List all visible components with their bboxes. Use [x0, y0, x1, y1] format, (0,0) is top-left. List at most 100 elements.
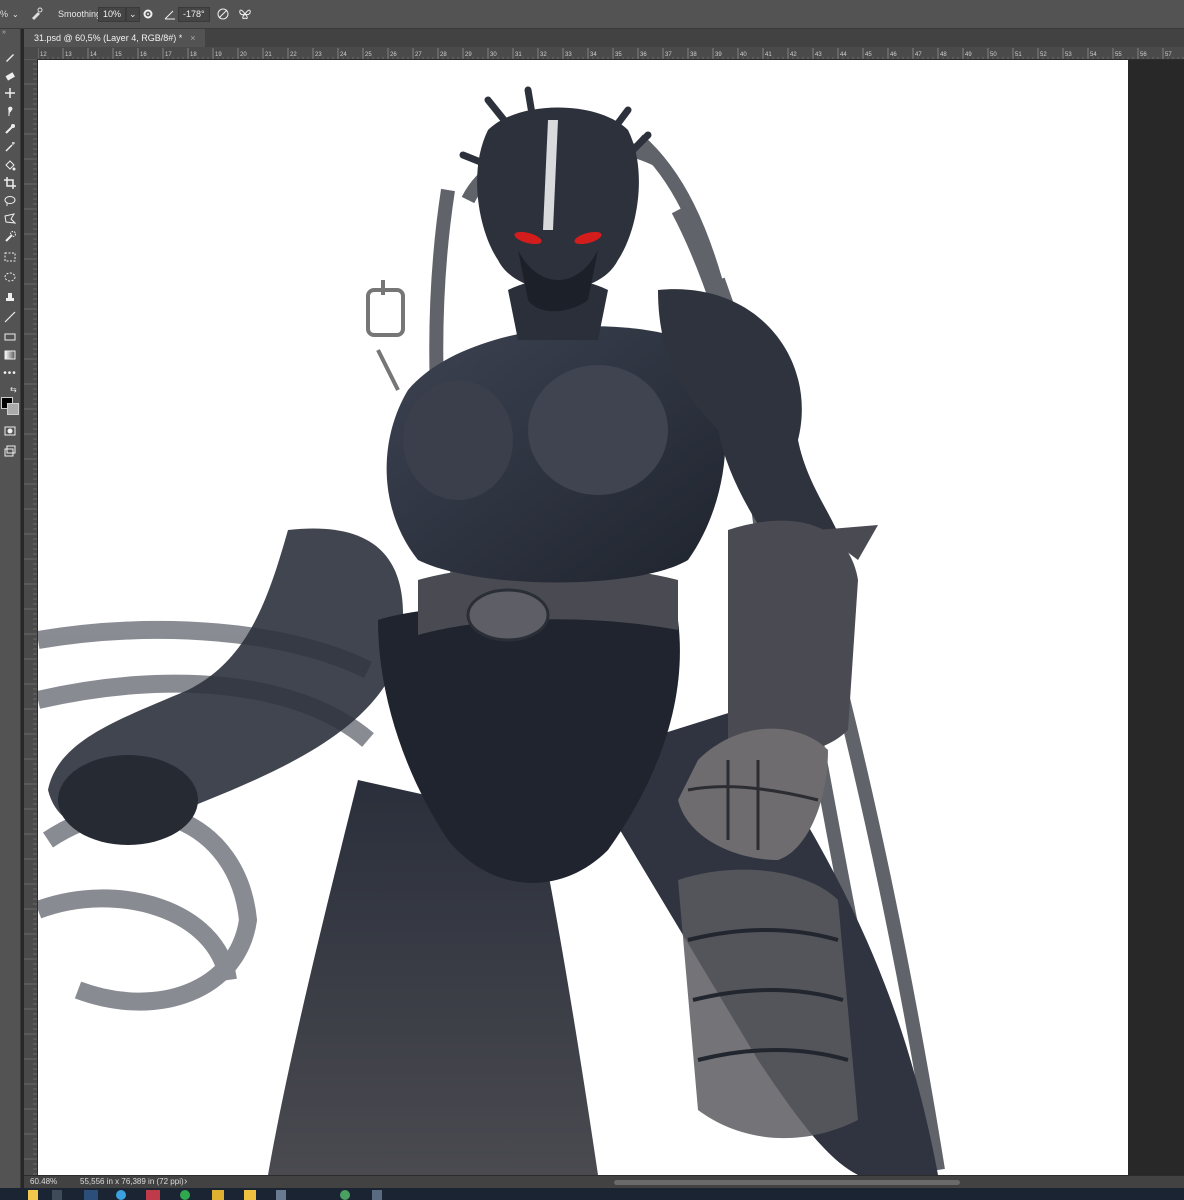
ruler-tick-label: 34: [590, 52, 597, 58]
helmet: [459, 86, 652, 312]
ruler-tick-label: 23: [315, 52, 322, 58]
airbrush-pressure-icon[interactable]: [30, 0, 44, 28]
start-icon[interactable]: [28, 1190, 38, 1200]
opacity-partial-value[interactable]: %: [0, 9, 8, 19]
taskbar-app-icon[interactable]: [52, 1190, 62, 1200]
zoom-level[interactable]: 60.48%: [30, 1177, 57, 1186]
app-taskbar-icon[interactable]: [146, 1190, 160, 1200]
ruler-tick-label: 41: [765, 52, 772, 58]
ruler-tick-label: 16: [140, 52, 147, 58]
document-info: 55,556 in x 76,389 in (72 ppi): [80, 1177, 184, 1186]
polygonal-lasso-icon[interactable]: [2, 211, 18, 227]
ruler-tick-label: 30: [490, 52, 497, 58]
magic-wand-icon[interactable]: [2, 139, 18, 155]
panel-collapse-icon[interactable]: »: [2, 29, 6, 36]
ruler-tick-label: 28: [440, 52, 447, 58]
ruler-tick-label: 35: [615, 52, 622, 58]
more-tools-icon[interactable]: •••: [2, 365, 18, 381]
ruler-tick-label: 56: [1140, 52, 1147, 58]
ruler-tick-label: 32: [540, 52, 547, 58]
smoothing-input[interactable]: 10%: [98, 6, 127, 22]
belt-buckle: [466, 588, 550, 642]
document-tab-bar: 31.psd @ 60,5% (Layer 4, RGB/8#) * ×: [24, 29, 1184, 47]
ruler-tick-label: 27: [415, 52, 422, 58]
close-tab-icon[interactable]: ×: [190, 29, 195, 47]
brush-angle-input[interactable]: -178°: [178, 6, 210, 22]
clone-stamp-icon[interactable]: [2, 289, 18, 305]
brush-tool-icon[interactable]: [2, 49, 18, 65]
ruler-tick-label: 13: [65, 52, 72, 58]
ruler-tick-label: 24: [340, 52, 347, 58]
ruler-tick-label: 36: [640, 52, 647, 58]
settings-taskbar-icon[interactable]: [276, 1190, 286, 1200]
photoshop-taskbar-icon[interactable]: [84, 1190, 98, 1200]
music-taskbar-icon[interactable]: [340, 1190, 350, 1200]
ruler-tick-label: 44: [840, 52, 847, 58]
xbox-taskbar-icon[interactable]: [180, 1190, 190, 1200]
rect-marquee-icon[interactable]: [2, 249, 18, 265]
pressure-size-icon[interactable]: [216, 0, 230, 28]
ruler-tick-label: 33: [565, 52, 572, 58]
misc-taskbar-icon[interactable]: [372, 1190, 382, 1200]
quick-select-icon[interactable]: [2, 229, 18, 245]
symmetry-butterfly-icon[interactable]: [238, 0, 252, 28]
background-color-swatch[interactable]: [7, 403, 19, 415]
eraser-tool-icon[interactable]: [2, 67, 18, 83]
right-thigh-armor: [678, 869, 858, 1139]
ruler-tick-label: 18: [190, 52, 197, 58]
ruler-tick-label: 20: [240, 52, 247, 58]
smoothing-dropdown-icon[interactable]: ⌄: [126, 6, 140, 22]
status-menu-arrow-icon[interactable]: ›: [184, 1176, 187, 1187]
ruler-tick-label: 54: [1090, 52, 1097, 58]
ruler-tick-label: 26: [390, 52, 397, 58]
lasso-tool-icon[interactable]: [2, 193, 18, 209]
ellipse-marquee-icon[interactable]: [2, 269, 18, 285]
ruler-tick-label: 39: [715, 52, 722, 58]
right-forearm-gauntlet: [728, 520, 858, 754]
ruler-tick-label: 51: [1015, 52, 1022, 58]
ruler-tick-label: 48: [940, 52, 947, 58]
document-tab-title: 31.psd @ 60,5% (Layer 4, RGB/8#) *: [34, 33, 183, 43]
ruler-tick-label: 29: [465, 52, 472, 58]
options-bar: % ⌄ Smoothing: 10% ⌄ -178°: [0, 0, 1184, 29]
ruler-tick-label: 21: [265, 52, 272, 58]
folder-taskbar-icon[interactable]: [244, 1190, 256, 1200]
ruler-tick-label: 50: [990, 52, 997, 58]
ruler-tick-label: 19: [215, 52, 222, 58]
gradient-tool-icon[interactable]: [2, 347, 18, 363]
ruler-tick-label: 42: [790, 52, 797, 58]
rectangle-tool-icon[interactable]: [2, 329, 18, 345]
mixer-brush-icon[interactable]: [2, 121, 18, 137]
ruler-tick-label: 47: [915, 52, 922, 58]
ruler-horizontal: 12 13 14 15 16 17 18 19 20 21 22 23 24 25 26 27 28 29 30 31…: [38, 47, 1184, 60]
ruler-tick-label: 57: [1165, 52, 1172, 58]
smoothing-settings-gear-icon[interactable]: [142, 0, 154, 28]
ruler-tick-label: 52: [1040, 52, 1047, 58]
paint-bucket-icon[interactable]: [2, 157, 18, 173]
line-tool-icon[interactable]: [2, 309, 18, 325]
ruler-tick-label: 43: [815, 52, 822, 58]
swap-colors-icon[interactable]: ⇆: [10, 385, 17, 394]
opacity-dropdown-icon[interactable]: ⌄: [12, 10, 19, 19]
ruler-tick-label: 22: [290, 52, 297, 58]
smoothing-label: Smoothing:: [58, 9, 104, 19]
sketch-device: [366, 280, 405, 391]
document-canvas[interactable]: [38, 60, 1128, 1175]
document-tab[interactable]: 31.psd @ 60,5% (Layer 4, RGB/8#) * ×: [24, 29, 206, 47]
explorer-taskbar-icon[interactable]: [212, 1190, 224, 1200]
crop-tool-icon[interactable]: [2, 175, 18, 191]
smudge-tool-icon[interactable]: [2, 103, 18, 119]
ruler-tick-label: 17: [165, 52, 172, 58]
ruler-tick-label: 40: [740, 52, 747, 58]
ruler-vertical: [24, 59, 38, 1175]
ruler-tick-label: 37: [665, 52, 672, 58]
horizontal-scrollbar[interactable]: [614, 1180, 960, 1185]
quick-mask-icon[interactable]: [2, 423, 18, 439]
status-bar: 60.48% 55,556 in x 76,389 in (72 ppi) ›: [24, 1175, 1184, 1189]
ruler-tick-label: 12: [40, 52, 47, 58]
ruler-tick-label: 46: [890, 52, 897, 58]
browser-taskbar-icon[interactable]: [116, 1190, 126, 1200]
move-tool-icon[interactable]: [2, 85, 18, 101]
ruler-tick-label: 25: [365, 52, 372, 58]
screen-mode-icon[interactable]: [2, 443, 18, 459]
